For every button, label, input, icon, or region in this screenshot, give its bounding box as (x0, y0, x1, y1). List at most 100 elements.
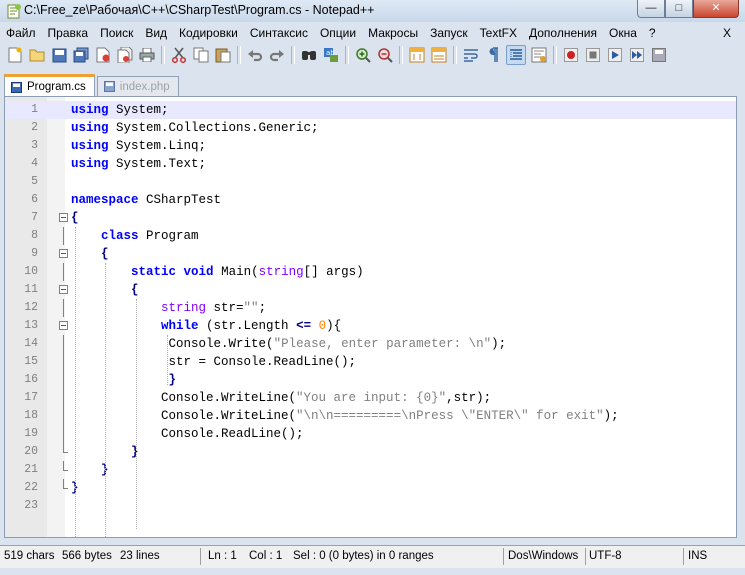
toolbar: ab (4, 43, 741, 67)
menu-encoding[interactable]: Кодировки (173, 24, 244, 42)
saved-file-icon (11, 81, 22, 93)
indent-guide-icon[interactable] (506, 45, 526, 65)
keyword: using (71, 139, 109, 153)
menu-window[interactable]: Окна (603, 24, 643, 42)
menu-plugins[interactable]: Дополнения (523, 24, 603, 42)
line-number: 19 (24, 427, 38, 440)
code-text: CSharpTest (138, 193, 222, 207)
user-language-icon[interactable] (530, 46, 548, 64)
menu-macro[interactable]: Макросы (362, 24, 424, 42)
toolbar-separator (399, 46, 403, 64)
line-number: 22 (24, 481, 38, 494)
maximize-button[interactable]: □ (665, 0, 693, 18)
tab-index-php[interactable]: index.php (96, 76, 179, 96)
line-number: 5 (31, 175, 38, 188)
stop-macro-icon[interactable] (584, 46, 602, 64)
find-icon[interactable] (300, 46, 318, 64)
keyword: static (131, 265, 177, 279)
line-number: 18 (24, 409, 38, 422)
tab-label: Program.cs (27, 81, 86, 93)
code-text: str= (206, 301, 244, 315)
code-line: 20 } (5, 443, 736, 461)
menu-bar: Файл Правка Поиск Вид Кодировки Синтакси… (0, 24, 745, 42)
menu-view[interactable]: Вид (139, 24, 173, 42)
print-icon[interactable] (138, 46, 156, 64)
operator: <= (296, 319, 312, 333)
fold-toggle[interactable] (59, 285, 68, 294)
save-macro-icon[interactable] (650, 46, 668, 64)
keyword: void (183, 265, 214, 279)
window-title: C:\Free_ze\Рабочая\C++\CSharpTest\Progra… (24, 3, 375, 17)
close-window-button[interactable]: ✕ (693, 0, 739, 18)
zoom-out-icon[interactable] (376, 46, 394, 64)
tab-program-cs[interactable]: Program.cs (4, 74, 95, 97)
code-text: System; (108, 103, 169, 117)
menu-help[interactable]: ? (643, 24, 662, 42)
paste-icon[interactable] (214, 46, 232, 64)
code-line: 23 (5, 497, 736, 515)
minimize-button[interactable]: — (637, 0, 665, 18)
sync-horizontal-icon[interactable] (430, 46, 448, 64)
type-keyword: string (161, 301, 207, 315)
code-text: Console.ReadLine(); (161, 427, 304, 441)
close-document-button[interactable]: X (723, 24, 731, 42)
menu-textfx[interactable]: TextFX (474, 24, 523, 42)
replace-icon[interactable]: ab (322, 46, 340, 64)
code-line: 13 while (str.Length <= 0){ (5, 317, 736, 335)
menu-edit[interactable]: Правка (42, 24, 95, 42)
string-literal: "\n\n=========\nPress \"ENTER\" for exit… (296, 409, 604, 423)
brace: { (131, 283, 139, 297)
string-literal: "You are input: {0}" (296, 391, 447, 405)
line-number: 15 (24, 355, 38, 368)
undo-icon[interactable] (246, 46, 264, 64)
record-macro-icon[interactable] (562, 46, 580, 64)
code-line: 8 class Program (5, 227, 736, 245)
status-insert-mode[interactable]: INS (688, 550, 707, 562)
line-number: 2 (31, 121, 38, 134)
code-text: ); (603, 409, 619, 423)
word-wrap-icon[interactable] (462, 46, 480, 64)
fold-toggle[interactable] (59, 213, 68, 222)
line-number: 11 (24, 283, 38, 296)
keyword: namespace (71, 193, 139, 207)
sync-vertical-icon[interactable] (408, 46, 426, 64)
menu-settings[interactable]: Опции (314, 24, 362, 42)
run-macro-multiple-icon[interactable] (628, 46, 646, 64)
brace: { (101, 247, 109, 261)
new-file-icon[interactable] (6, 46, 24, 64)
toolbar-separator (345, 46, 349, 64)
line-number: 16 (24, 373, 38, 386)
copy-icon[interactable] (192, 46, 210, 64)
open-file-icon[interactable] (28, 46, 46, 64)
brace: } (168, 373, 177, 387)
menu-run[interactable]: Запуск (424, 24, 474, 42)
save-icon[interactable] (50, 46, 68, 64)
play-macro-icon[interactable] (606, 46, 624, 64)
show-all-chars-icon[interactable] (484, 46, 502, 64)
code-text: System.Collections.Generic; (108, 121, 319, 135)
menu-language[interactable]: Синтаксис (244, 24, 314, 42)
close-all-icon[interactable] (116, 46, 134, 64)
fold-toggle[interactable] (59, 321, 68, 330)
redo-icon[interactable] (268, 46, 286, 64)
indent-guide (75, 227, 76, 537)
cut-icon[interactable] (170, 46, 188, 64)
code-text: Console.WriteLine( (161, 409, 297, 423)
status-encoding[interactable]: UTF-8 (589, 550, 622, 562)
title-bar: C:\Free_ze\Рабочая\C++\CSharpTest\Progra… (0, 0, 745, 22)
fold-toggle[interactable] (59, 249, 68, 258)
line-number: 4 (31, 157, 38, 170)
zoom-in-icon[interactable] (354, 46, 372, 64)
status-column: Col : 1 (249, 550, 283, 562)
line-number: 9 (31, 247, 38, 260)
line-number: 10 (24, 265, 38, 278)
menu-search[interactable]: Поиск (94, 24, 139, 42)
line-number: 13 (24, 319, 38, 332)
indent-guide (105, 263, 106, 537)
close-icon[interactable] (94, 46, 112, 64)
code-line: 16 } (5, 371, 736, 389)
save-all-icon[interactable] (72, 46, 90, 64)
code-editor[interactable]: 1 using System; 2 using System.Collectio… (4, 96, 737, 538)
menu-file[interactable]: Файл (0, 24, 42, 42)
status-eol-format[interactable]: Dos\Windows (508, 550, 578, 562)
